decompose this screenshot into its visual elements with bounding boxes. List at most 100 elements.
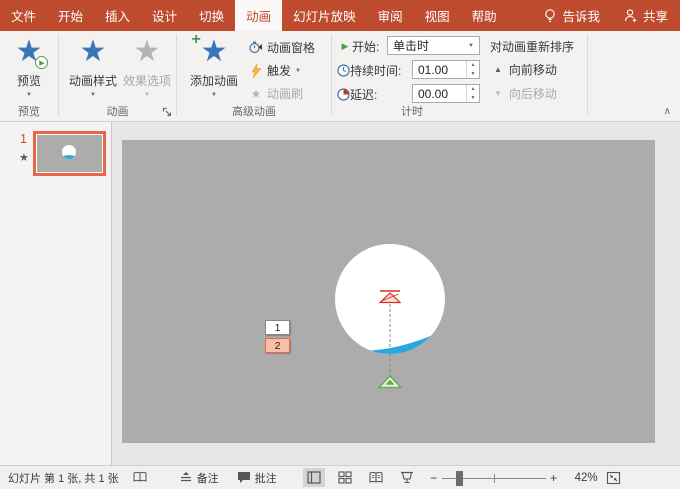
add-animation-label: 添加动画 xyxy=(189,74,238,88)
move-earlier-button[interactable]: ▲ 向前移动 xyxy=(494,61,557,78)
preview-button[interactable]: ★ ▶ 预览 ▼ xyxy=(2,33,56,99)
slide-sorter-view-button[interactable] xyxy=(334,468,356,487)
effect-options-star-icon: ★ xyxy=(133,34,161,69)
tab-slideshow[interactable]: 幻灯片放映 xyxy=(282,0,367,31)
workspace: 1 ★ 1 2 xyxy=(0,122,680,465)
trigger-label: 触发 xyxy=(267,64,292,78)
tab-file[interactable]: 文件 xyxy=(0,0,47,31)
animation-pane-button[interactable]: 动画窗格 xyxy=(249,39,315,56)
animation-pane-label: 动画窗格 xyxy=(267,41,316,55)
collapse-ribbon-button[interactable]: ∧ xyxy=(664,106,671,117)
animation-styles-dropdown-icon[interactable]: ▼ xyxy=(90,92,96,98)
slide-thumbnail[interactable] xyxy=(33,131,106,176)
zoom-slider[interactable] xyxy=(441,469,546,487)
slide-editor-area[interactable]: 1 2 xyxy=(112,122,680,465)
reading-view-icon xyxy=(369,471,383,483)
slide-sorter-icon xyxy=(338,471,352,484)
effect-options-button: ★ 效果选项 ▼ xyxy=(120,33,174,99)
start-dropdown-icon[interactable]: ▼ xyxy=(468,43,479,49)
duration-down-icon[interactable]: ▼ xyxy=(467,70,479,79)
start-value: 单击时 xyxy=(393,39,430,53)
notes-button[interactable]: 备注 xyxy=(179,470,219,486)
duration-spinner[interactable]: 01.00 ▲ ▼ xyxy=(412,60,480,79)
reorder-animation-label: 对动画重新排序 xyxy=(490,40,575,54)
slideshow-icon xyxy=(400,471,413,484)
add-animation-button[interactable]: ★ + 添加动画 ▼ xyxy=(187,31,241,99)
tab-help[interactable]: 帮助 xyxy=(461,0,508,31)
slideshow-view-button[interactable] xyxy=(396,468,418,487)
animation-painter-label: 动画刷 xyxy=(267,87,304,101)
tell-me-button[interactable]: 告诉我 xyxy=(531,0,612,31)
slide-number: 1 xyxy=(20,132,27,146)
move-earlier-label: 向前移动 xyxy=(508,63,557,77)
ribbon: ★ ▶ 预览 ▼ 预览 ★ 动画样式 ▼ ★ 效果选项 ▼ 动画 ★ + 添加动… xyxy=(0,31,680,122)
tell-me-label: 告诉我 xyxy=(562,10,600,24)
start-select[interactable]: 单击时 ▼ xyxy=(387,36,480,55)
animation-order-badge-2[interactable]: 2 xyxy=(265,338,290,353)
zoom-out-button[interactable]: − xyxy=(428,471,440,485)
delay-up-icon[interactable]: ▲ xyxy=(467,85,479,94)
tab-view[interactable]: 视图 xyxy=(414,0,461,31)
duration-label: 持续时间: xyxy=(350,64,402,78)
trigger-dropdown-icon[interactable]: ▼ xyxy=(295,68,301,74)
fit-to-window-icon[interactable] xyxy=(606,471,621,485)
animation-styles-button[interactable]: ★ 动画样式 ▼ xyxy=(66,33,120,99)
comments-label: 批注 xyxy=(254,472,277,485)
comments-button[interactable]: 批注 xyxy=(237,470,277,486)
start-play-icon: ▶ xyxy=(341,41,349,51)
delay-value: 00.00 xyxy=(418,86,449,101)
dialog-launcher-icon[interactable] xyxy=(162,107,173,118)
animation-painter-button: ★ 动画刷 xyxy=(249,85,303,102)
plus-icon: + xyxy=(191,31,201,48)
add-animation-star-icon: ★ xyxy=(200,34,228,69)
delay-down-icon[interactable]: ▼ xyxy=(467,94,479,103)
spell-check-button[interactable] xyxy=(133,471,147,484)
reading-view-button[interactable] xyxy=(365,468,387,487)
tab-insert[interactable]: 插入 xyxy=(94,0,141,31)
animation-painter-icon: ★ xyxy=(250,86,262,101)
slide-canvas[interactable]: 1 2 xyxy=(122,140,655,443)
group-timing: ▶ 开始: 单击时 ▼ 持续时间: 01.00 ▲ ▼ 延迟: 00.00 ▲ … xyxy=(332,31,588,121)
group-animation: ★ 动画样式 ▼ ★ 效果选项 ▼ 动画 xyxy=(59,31,176,121)
zoom-slider-handle[interactable] xyxy=(455,470,463,486)
animation-styles-label: 动画样式 xyxy=(68,74,117,88)
normal-view-button[interactable] xyxy=(302,468,325,487)
zoom-level[interactable]: 42% xyxy=(564,472,598,484)
play-icon: ▶ xyxy=(35,56,49,69)
preview-dropdown-icon[interactable]: ▼ xyxy=(26,92,32,98)
animation-pane-icon xyxy=(249,41,262,53)
tab-review[interactable]: 审阅 xyxy=(367,0,414,31)
thumbnail-circle-shape xyxy=(62,145,76,159)
tab-animations[interactable]: 动画 xyxy=(235,0,283,31)
status-bar: 幻灯片 第 1 张, 共 1 张 备注 批注 − + 42% xyxy=(0,465,680,489)
slide-thumbnail-panel: 1 ★ xyxy=(0,122,112,465)
trigger-button[interactable]: 触发 ▼ xyxy=(249,62,301,79)
add-animation-dropdown-icon[interactable]: ▼ xyxy=(211,92,217,98)
delay-spinner[interactable]: 00.00 ▲ ▼ xyxy=(412,84,480,103)
zoom-in-button[interactable]: + xyxy=(548,471,560,485)
tab-home[interactable]: 开始 xyxy=(47,0,94,31)
duration-up-icon[interactable]: ▲ xyxy=(467,61,479,70)
share-label: 共享 xyxy=(642,10,668,24)
group-label-timing: 计时 xyxy=(401,106,423,118)
delay-label: 延迟: xyxy=(350,88,378,102)
zoom-slider-midpoint xyxy=(493,473,495,483)
effect-options-label: 效果选项 xyxy=(122,74,171,88)
tab-design[interactable]: 设计 xyxy=(141,0,188,31)
powerpoint-window: 文件 开始 插入 设计 切换 动画 幻灯片放映 审阅 视图 帮助 告诉我 共享 … xyxy=(0,0,680,489)
group-separator xyxy=(587,34,588,116)
motion-path-start-marker[interactable] xyxy=(377,374,403,389)
thumbnail-water-shape xyxy=(62,155,76,159)
move-later-label: 向后移动 xyxy=(508,87,557,101)
duration-clock-icon xyxy=(336,64,350,77)
animation-indicator-star-icon[interactable]: ★ xyxy=(19,151,29,164)
move-earlier-icon: ▲ xyxy=(494,65,502,74)
normal-view-icon xyxy=(307,471,321,484)
spell-check-icon xyxy=(133,471,147,482)
tab-transitions[interactable]: 切换 xyxy=(188,0,235,31)
group-preview: ★ ▶ 预览 ▼ 预览 xyxy=(0,31,58,121)
effect-options-dropdown-icon: ▼ xyxy=(144,92,150,98)
share-button[interactable]: 共享 xyxy=(612,0,680,31)
animation-order-badge-1[interactable]: 1 xyxy=(265,320,290,335)
duration-value: 01.00 xyxy=(418,62,449,77)
